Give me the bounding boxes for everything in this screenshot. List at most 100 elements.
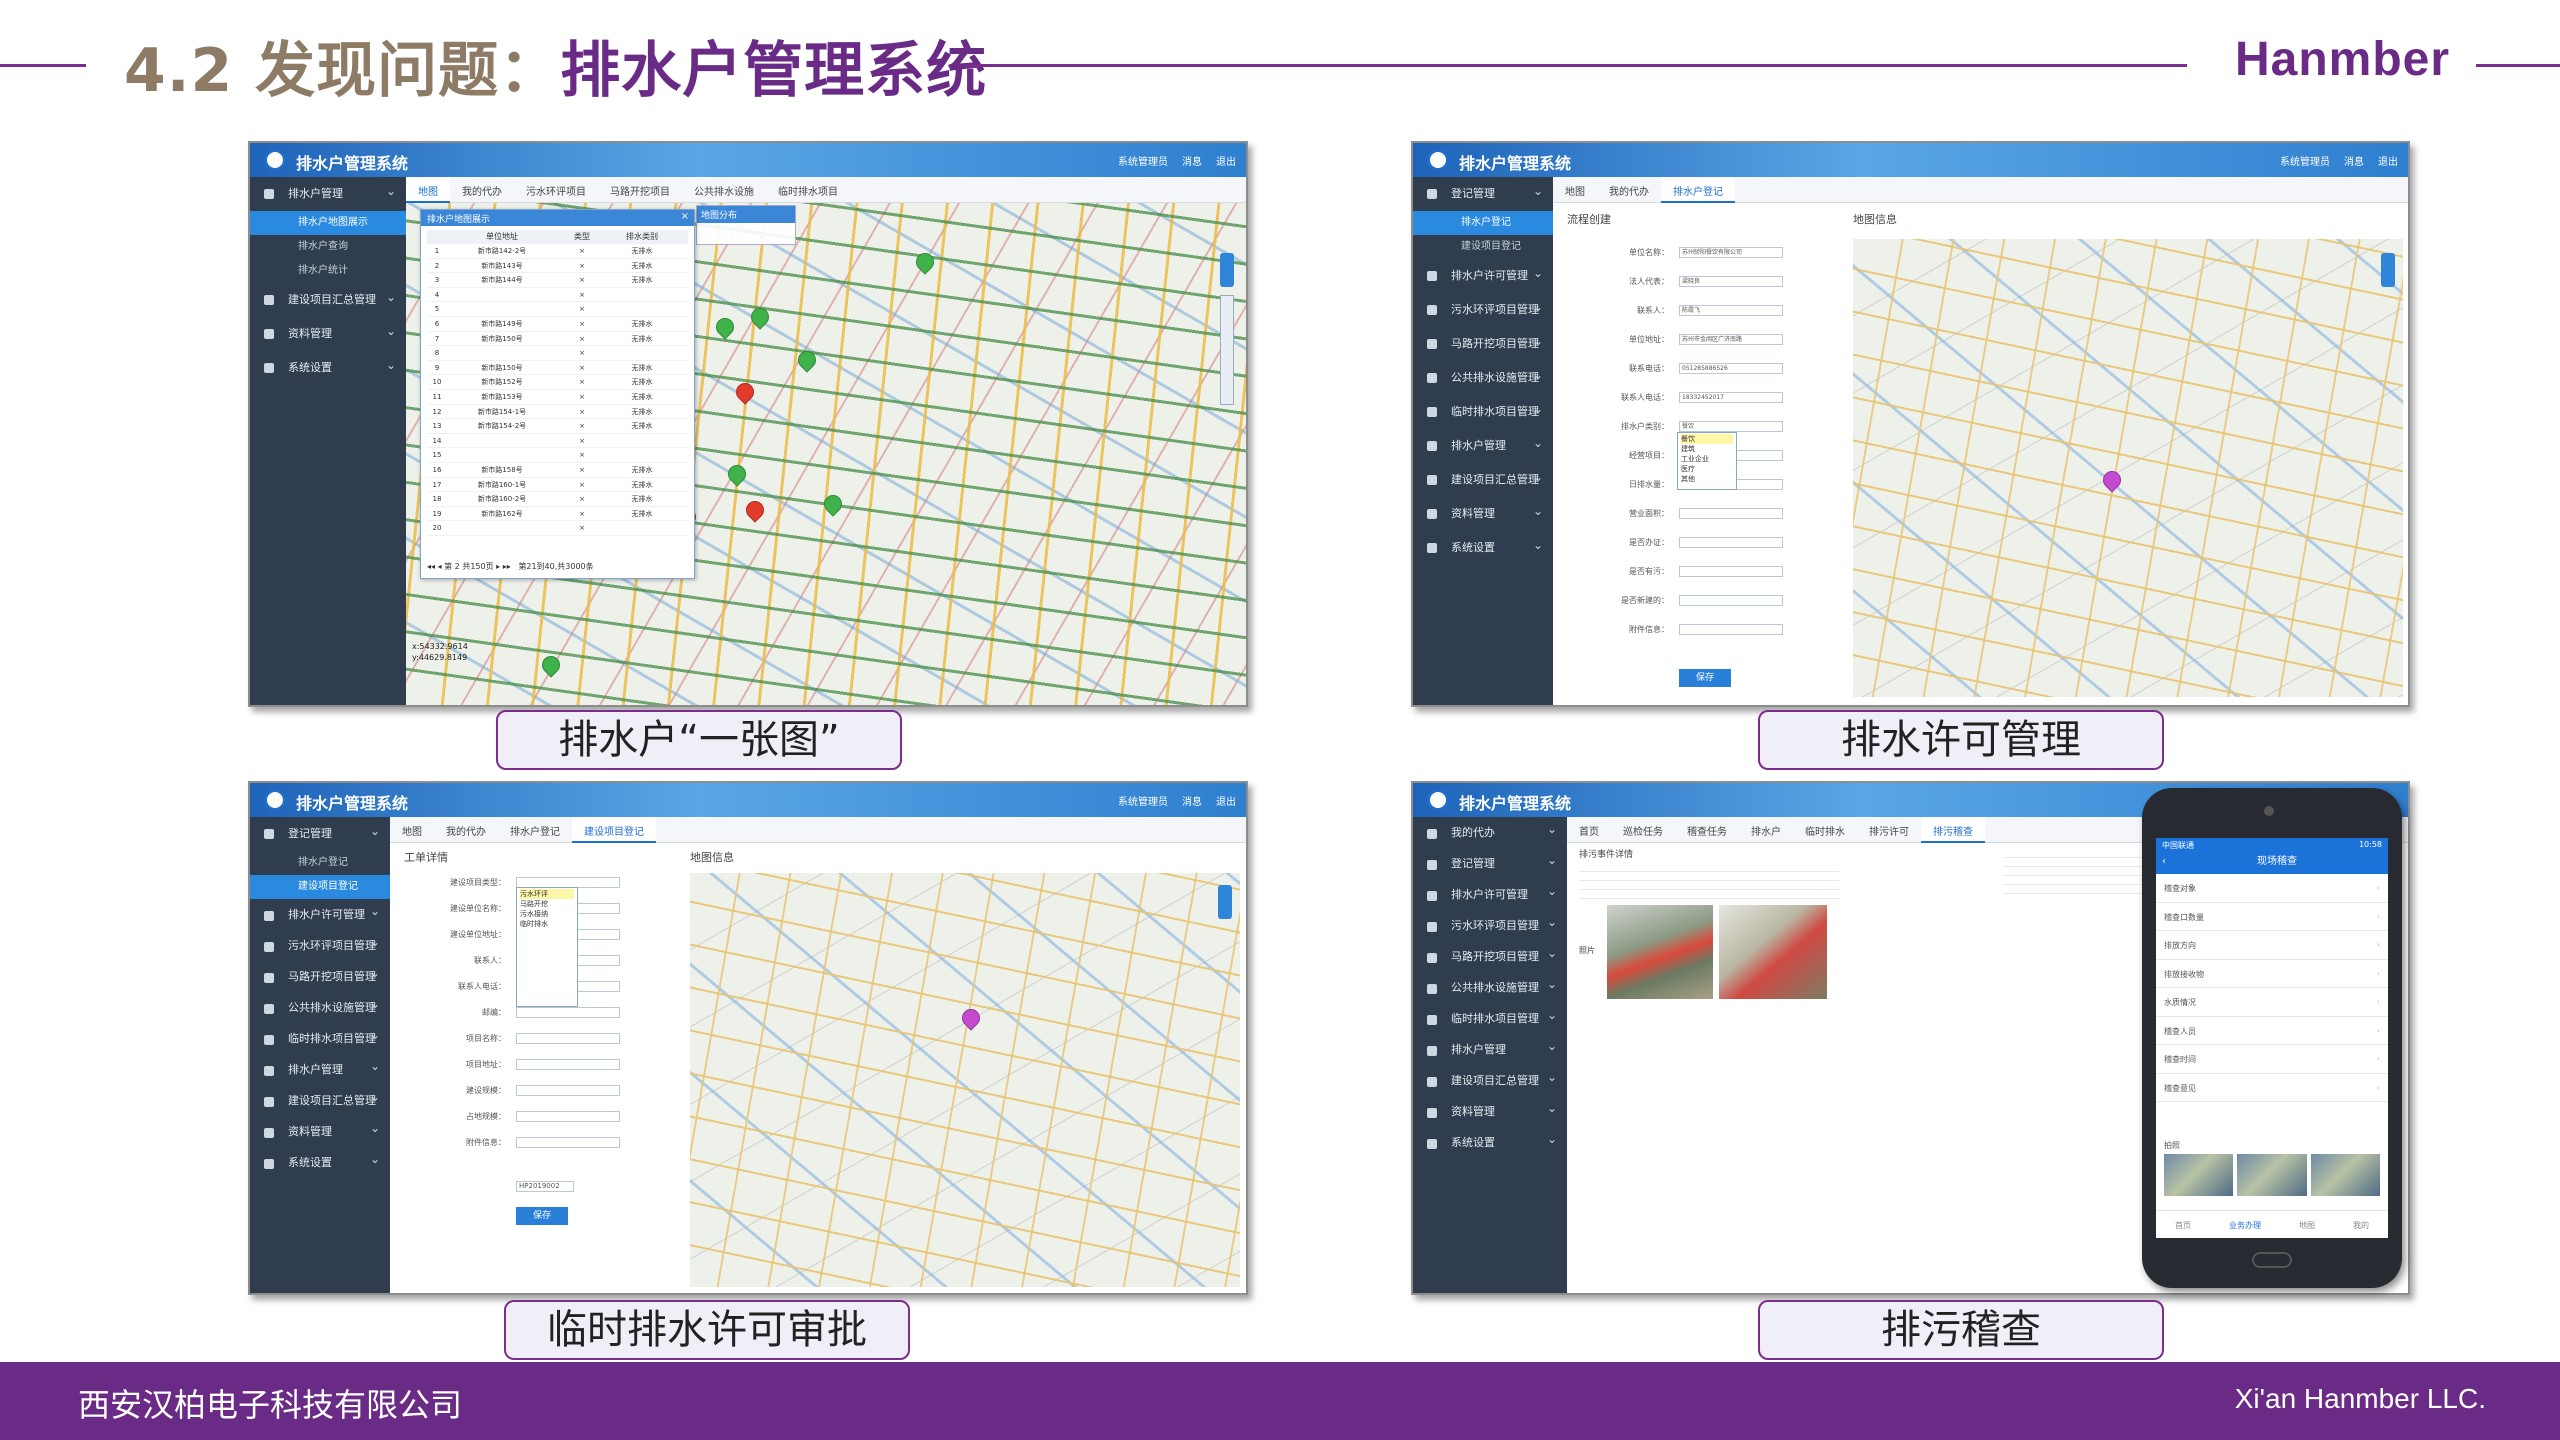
photo-thumb[interactable] — [2164, 1154, 2234, 1196]
app-actions[interactable]: 系统管理员 消息 退出 — [1104, 153, 1236, 168]
tab[interactable]: 公共排水设施 — [682, 177, 766, 203]
inspection-photo[interactable] — [1607, 905, 1713, 999]
menu-item[interactable]: 公共排水设施管理 — [250, 989, 390, 1023]
table-row[interactable]: 12 新市路154-1号 × 无排水 — [427, 405, 688, 420]
inspection-row[interactable]: 稽查时间 › — [2156, 1045, 2388, 1074]
photo-thumb[interactable] — [2237, 1154, 2307, 1196]
inspection-photo[interactable] — [1719, 905, 1827, 999]
menu-item[interactable]: 资料管理 — [250, 1113, 390, 1147]
table-row[interactable]: 2 新市路143号 × 无排水 — [427, 259, 688, 274]
table-pager[interactable]: ◂◂ ◂ 第 2 共150页 ▸ ▸▸ 第21到40,共3000条 — [427, 561, 594, 572]
submenu-item[interactable]: 排水户统计 — [250, 259, 406, 283]
form-input[interactable]: 051285886526 — [1679, 363, 1783, 374]
submenu-item[interactable]: 排水户登记 — [250, 851, 390, 875]
tab[interactable]: 地图 — [390, 817, 434, 843]
app-actions[interactable]: 系统管理员 消息 退出 — [1104, 793, 1236, 808]
logout-link[interactable]: 退出 — [1216, 797, 1236, 808]
back-icon[interactable]: ‹ — [2156, 852, 2166, 872]
table-row[interactable]: 11 新市路153号 × 无排水 — [427, 390, 688, 405]
table-row[interactable]: 9 新市路150号 × 无排水 — [427, 361, 688, 376]
popup-close-icon[interactable]: × — [681, 211, 689, 222]
user-link[interactable]: 系统管理员 — [2280, 157, 2330, 168]
logout-link[interactable]: 退出 — [2378, 157, 2398, 168]
menu-item[interactable]: 马路开挖项目管理 — [1413, 324, 1553, 361]
table-row[interactable]: 5 × — [427, 302, 688, 317]
form-input[interactable] — [1679, 537, 1783, 548]
table-row[interactable]: 14 × — [427, 434, 688, 449]
dropdown-option[interactable]: 餐饮 — [1681, 434, 1733, 444]
menu-item[interactable]: 建设项目汇总管理 — [250, 280, 406, 317]
menu-item[interactable]: 排水户管理 — [250, 1051, 390, 1085]
menu-item[interactable]: 登记管理 — [1413, 174, 1553, 211]
submenu-item[interactable]: 排水户地图展示 — [250, 211, 406, 235]
tab[interactable]: 我的代办 — [450, 177, 514, 203]
menu-item[interactable]: 污水环评项目管理 — [250, 927, 390, 961]
tab[interactable]: 我的代办 — [1597, 177, 1661, 203]
table-row[interactable]: 17 新市路160-1号 × 无排水 — [427, 478, 688, 493]
form-input[interactable]: 18332452017 — [1679, 392, 1783, 403]
menu-item[interactable]: 系统设置 — [1413, 528, 1553, 565]
menu-item[interactable]: 资料管理 — [1413, 494, 1553, 531]
menu-item[interactable]: 登记管理 — [250, 814, 390, 851]
form-input[interactable] — [516, 1033, 620, 1044]
table-row[interactable]: 8 × — [427, 346, 688, 361]
menu-item[interactable]: 马路开挖项目管理 — [1413, 938, 1567, 972]
dropdown-option[interactable]: 工业企业 — [1681, 454, 1733, 464]
form-input[interactable]: 陈霞飞 — [1679, 305, 1783, 316]
zoom-control[interactable] — [1220, 253, 1234, 287]
tab[interactable]: 我的代办 — [434, 817, 498, 843]
tab[interactable]: 排水户登记 — [1661, 177, 1735, 203]
tab[interactable]: 首页 — [1567, 817, 1611, 843]
tab[interactable]: 稽查任务 — [1675, 817, 1739, 843]
menu-item[interactable]: 排水户许可管理 — [250, 896, 390, 930]
form-input[interactable] — [1679, 624, 1783, 635]
inspection-row[interactable]: 水质情况 › — [2156, 988, 2388, 1017]
menu-item[interactable]: 系统设置 — [1413, 1124, 1567, 1158]
inspection-row[interactable]: 稽查意见 › — [2156, 1074, 2388, 1102]
photo-thumb[interactable] — [2310, 1154, 2380, 1196]
zoom-control[interactable] — [2381, 253, 2395, 287]
form-input[interactable]: 苏州骄阳餐饮有限公司 — [1679, 247, 1783, 258]
dropdown-option[interactable]: 医疗 — [1681, 464, 1733, 474]
inspection-row[interactable]: 排放方向 › — [2156, 931, 2388, 960]
menu-item[interactable]: 建设项目汇总管理 — [1413, 460, 1553, 497]
table-row[interactable]: 18 新市路160-2号 × 无排水 — [427, 492, 688, 507]
menu-item[interactable]: 临时排水项目管理 — [1413, 392, 1553, 429]
inspection-row[interactable]: 排放接收物 › — [2156, 960, 2388, 988]
message-link[interactable]: 消息 — [2344, 157, 2364, 168]
form-input[interactable] — [1679, 508, 1783, 519]
save-button[interactable]: 保存 — [516, 1207, 568, 1225]
inspection-row[interactable]: 稽查对象 › — [2156, 874, 2388, 903]
dropdown-option[interactable]: 临时排水 — [520, 919, 574, 929]
submenu-item[interactable]: 排水户查询 — [250, 235, 406, 259]
menu-item[interactable]: 排水户许可管理 — [1413, 256, 1553, 293]
save-button[interactable]: 保存 — [1679, 669, 1731, 687]
category-dropdown[interactable]: 餐饮 建筑 工业企业 医疗 其他 — [1677, 432, 1737, 490]
tab[interactable]: 临时排水项目 — [766, 177, 850, 203]
message-link[interactable]: 消息 — [1182, 157, 1202, 168]
tab[interactable]: 污水环评项目 — [514, 177, 598, 203]
menu-item[interactable]: 公共排水设施管理 — [1413, 358, 1553, 395]
user-link[interactable]: 系统管理员 — [1118, 157, 1168, 168]
map-tools[interactable] — [1220, 295, 1234, 405]
menu-item[interactable]: 资料管理 — [1413, 1093, 1567, 1127]
form-input[interactable] — [516, 1007, 620, 1018]
menu-item[interactable]: 系统设置 — [250, 348, 406, 385]
menu-item[interactable]: 临时排水项目管理 — [1413, 1000, 1567, 1034]
nav-business[interactable]: 业务办理 — [2229, 1220, 2261, 1238]
app-actions[interactable]: 系统管理员 消息 退出 — [2266, 153, 2398, 168]
table-row[interactable]: 20 × — [427, 521, 688, 536]
tab[interactable]: 马路开挖项目 — [598, 177, 682, 203]
dropdown-option[interactable]: 马路开挖 — [520, 899, 574, 909]
table-row[interactable]: 6 新市路149号 × 无排水 — [427, 317, 688, 332]
form-input[interactable]: 餐饮 — [1679, 421, 1783, 432]
menu-item[interactable]: 系统设置 — [250, 1144, 390, 1178]
tab[interactable]: 排污许可 — [1857, 817, 1921, 843]
dropdown-option[interactable]: 建筑 — [1681, 444, 1733, 454]
form-input[interactable] — [516, 1085, 620, 1096]
tab[interactable]: 建设项目登记 — [572, 817, 656, 843]
table-row[interactable]: 1 新市路142-2号 × 无排水 — [427, 244, 688, 259]
type-dropdown[interactable]: 污水环评 马路开挖 污水接纳 临时排水 — [516, 887, 578, 1007]
form-input[interactable] — [516, 1059, 620, 1070]
dropdown-option[interactable]: 污水环评 — [520, 889, 574, 899]
